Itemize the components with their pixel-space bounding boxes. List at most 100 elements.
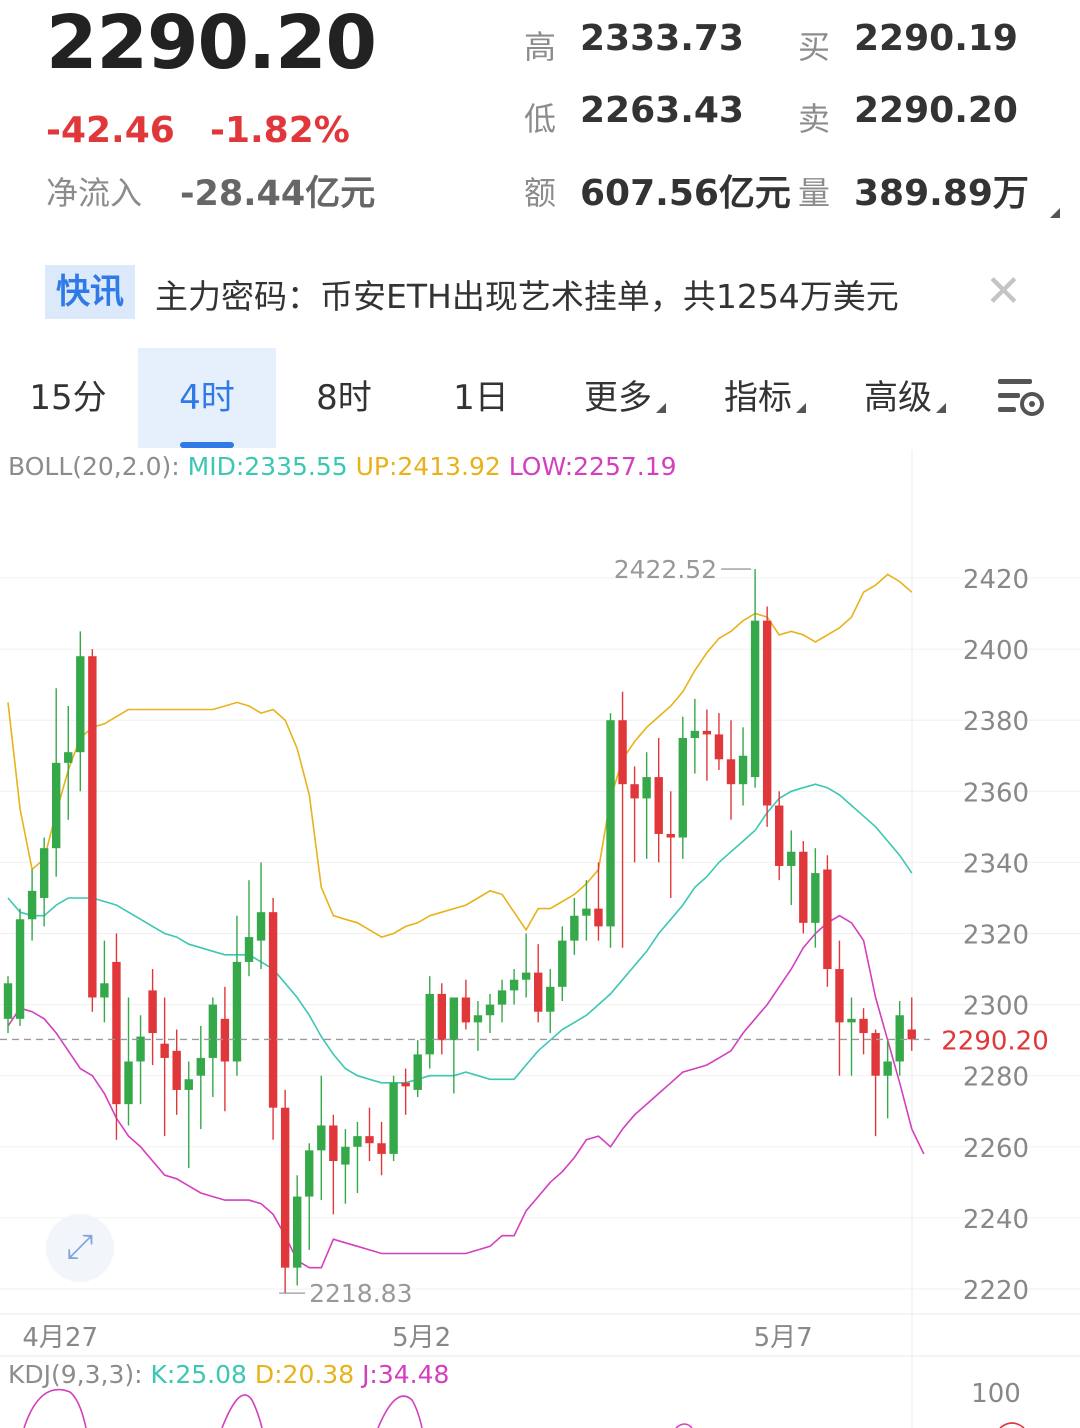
tab-indicators[interactable]: 指标 [700, 348, 830, 448]
candle [847, 997, 856, 1076]
candle-body [293, 1196, 302, 1268]
price-change-pct: -1.82% [210, 110, 350, 151]
kdj-j-line [23, 1388, 87, 1428]
kline-chart[interactable]: 2290.20 2422.52 2218.83 2420 2400 2380 2360 23… [0, 450, 1080, 1428]
candle [280, 1089, 290, 1294]
kdj-legend: KDJ(9,3,3): K:25.08 D:20.38 J:34.48 [8, 1360, 449, 1389]
candle-body [341, 1146, 350, 1165]
candle [100, 940, 109, 1023]
candle [413, 1040, 422, 1098]
active-tab-indicator [180, 442, 234, 448]
candle-body [124, 1061, 133, 1105]
tab-15m[interactable]: 15分 [0, 348, 136, 448]
candle [377, 1121, 386, 1176]
expand-icon[interactable]: ⤢ [46, 1214, 114, 1282]
candle [64, 705, 73, 820]
y-tick-label: 2380 [963, 707, 1029, 737]
candle [654, 737, 663, 863]
grid [0, 450, 1080, 1428]
bollinger-bands [7, 573, 925, 1269]
candle [3, 976, 13, 1034]
close-icon[interactable]: ✕ [985, 268, 1022, 316]
candle-body [823, 869, 832, 970]
candle-body [64, 752, 73, 763]
y-tick-label: 2220 [963, 1276, 1029, 1306]
candle-body [184, 1079, 193, 1090]
tab-label: 指标 [724, 378, 792, 418]
candle-body [389, 1082, 398, 1154]
candle [112, 933, 121, 1140]
candle [823, 855, 832, 987]
candle-body [365, 1136, 374, 1144]
candle-body [27, 890, 37, 920]
tab-label: 4时 [179, 378, 235, 418]
candle-body [606, 720, 615, 927]
boll-lower-line [7, 914, 925, 1269]
candle-body [762, 620, 772, 806]
candle [811, 848, 820, 948]
tab-label: 高级 [864, 378, 932, 418]
tab-advanced[interactable]: 高级 [840, 348, 970, 448]
candle [690, 698, 700, 774]
stat-bid-label: 买 [798, 28, 831, 66]
kdj-k-line [999, 1422, 1025, 1428]
candle-body [473, 1015, 483, 1023]
chart-settings-icon[interactable] [996, 376, 1048, 422]
candle-body [702, 730, 712, 735]
candle-body [534, 972, 543, 1012]
candle [329, 1114, 338, 1215]
candle [618, 691, 627, 948]
candle-body [582, 908, 591, 916]
candle [76, 631, 85, 792]
candle-body [112, 961, 121, 1105]
tab-8h[interactable]: 8时 [276, 348, 412, 448]
kdj-legend-prefix: KDJ(9,3,3): [8, 1360, 143, 1389]
candle-body [39, 848, 49, 898]
news-headline[interactable]: 主力密码：币安ETH出现艺术挂单，共1254万美元 [155, 270, 899, 318]
candle-body [329, 1125, 338, 1162]
news-tag: 快讯 [45, 265, 135, 319]
kdj-legend-k: K:25.08 [150, 1360, 247, 1389]
candle [15, 908, 25, 1026]
candle-body [570, 915, 579, 941]
candle [232, 915, 242, 1076]
candle-body [666, 833, 675, 838]
dropdown-icon [796, 403, 806, 413]
stat-volume-value: 389.89万 [854, 173, 1029, 214]
candle-body [546, 986, 555, 1012]
stat-amount-value: 607.56亿元 [580, 173, 791, 214]
dropdown-icon [936, 403, 946, 413]
candle [196, 1025, 205, 1130]
candle [305, 1143, 314, 1250]
y-tick-label: 2300 [963, 992, 1029, 1022]
expand-stats-icon[interactable] [1050, 208, 1060, 218]
tab-1d[interactable]: 1日 [412, 348, 550, 448]
candle-body [654, 777, 663, 834]
candle-body [521, 972, 531, 980]
candle-body [425, 993, 434, 1055]
candle-body [847, 1018, 856, 1023]
tab-4h[interactable]: 4时 [138, 348, 276, 448]
candle [570, 897, 579, 955]
boll-upper-line [7, 573, 913, 938]
candle-body [883, 1061, 892, 1076]
candle [461, 979, 471, 1030]
net-inflow-value: -28.44亿元 [180, 174, 376, 214]
kdj-j-line [377, 1395, 423, 1428]
candle [534, 944, 543, 1023]
candle [52, 688, 61, 877]
candle [220, 986, 230, 1112]
tab-more[interactable]: 更多 [560, 348, 690, 448]
candle-body [100, 983, 109, 998]
candle [606, 713, 615, 948]
candle [268, 897, 278, 1140]
stat-ask-label: 卖 [798, 100, 831, 138]
tab-label: 更多 [584, 378, 652, 418]
candle-body [196, 1057, 205, 1076]
stat-volume-label: 量 [798, 174, 831, 212]
price-change: -42.46 [46, 110, 175, 151]
kdj-j-line [221, 1394, 263, 1428]
candle-body [256, 912, 266, 941]
candle [546, 969, 555, 1034]
candle-body [317, 1125, 326, 1151]
